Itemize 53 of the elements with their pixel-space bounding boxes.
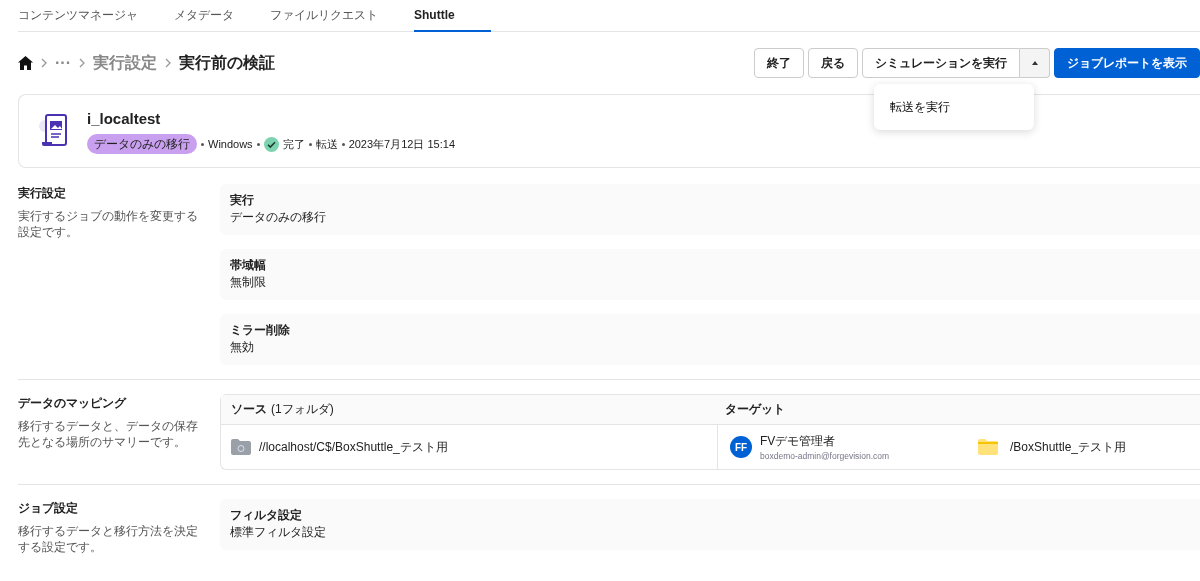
job-tag: データのみの移行 xyxy=(87,134,197,155)
breadcrumb-ellipsis[interactable]: ··· xyxy=(55,51,71,75)
report-button[interactable]: ジョブレポートを表示 xyxy=(1054,48,1200,78)
section-description: 移行するデータと移行方法を決定する設定です。 xyxy=(18,524,199,556)
setting-value: 標準フィルタ設定 xyxy=(230,525,327,541)
user-avatar: FF xyxy=(730,436,752,458)
folder-icon xyxy=(978,439,998,455)
nav-tab[interactable]: ファイルリクエスト xyxy=(252,0,396,32)
section-description: 移行するデータと、データの保存先となる場所のサマリーです。 xyxy=(18,419,199,451)
job-name: i_localtest xyxy=(87,108,162,129)
status-text: 完了 xyxy=(282,137,305,152)
setting-label: 実行 xyxy=(230,192,255,208)
section-description: 実行するジョブの動作を変更する設定です。 xyxy=(18,209,199,241)
network-folder-icon xyxy=(231,439,251,455)
chevron-icon xyxy=(79,58,85,68)
type-text: 転送 xyxy=(315,137,338,152)
setting-label: 帯域幅 xyxy=(230,258,267,273)
setting-value: 無効 xyxy=(230,340,255,356)
chevron-icon xyxy=(41,58,47,68)
separator-dot-icon xyxy=(341,142,345,146)
page-title: 実行前の検証 xyxy=(179,53,275,73)
section-title: 実行設定 xyxy=(18,185,67,202)
action-button[interactable]: 戻る xyxy=(808,48,858,78)
separator-dot-icon xyxy=(308,142,312,146)
simulation-button[interactable]: シミュレーションを実行 xyxy=(862,48,1020,78)
folder-count: (1フォルダ) xyxy=(271,402,334,417)
source-path: //localhost/C$/BoxShuttle_テスト用 xyxy=(259,439,448,456)
date-text: 2023年7月12日 15:14 xyxy=(348,137,456,152)
caret-icon xyxy=(1031,61,1038,65)
breadcrumb-link[interactable]: 実行設定 xyxy=(93,51,157,75)
home-icon[interactable] xyxy=(18,56,33,70)
column-header: ターゲット xyxy=(725,403,785,416)
user-email: boxdemo-admin@forgevision.com xyxy=(760,449,891,463)
menu-item[interactable]: 転送を実行 xyxy=(874,92,1034,122)
section-title: データのマッピング xyxy=(18,395,128,412)
action-button[interactable]: 終了 xyxy=(754,48,804,78)
chevron-icon xyxy=(165,58,171,68)
setting-value: 無制限 xyxy=(230,275,267,291)
setting-label: フィルタ設定 xyxy=(230,507,303,523)
dropdown-toggle-button[interactable] xyxy=(1020,48,1050,78)
setting-value: データのみの移行 xyxy=(230,210,327,226)
column-header: ソース xyxy=(231,403,267,416)
setting-label: ミラー削除 xyxy=(230,323,291,338)
user-name: FVデモ管理者 xyxy=(760,432,837,450)
nav-tab[interactable]: Shuttle xyxy=(414,0,491,32)
section-title: ジョブ設定 xyxy=(18,500,79,517)
nav-tab[interactable]: メタデータ xyxy=(156,0,252,32)
separator-dot-icon xyxy=(256,142,260,146)
check-icon xyxy=(263,136,279,152)
separator-dot-icon xyxy=(201,142,204,146)
os-text: Windows xyxy=(208,137,253,152)
nav-tab[interactable]: コンテンツマネージャ xyxy=(18,0,156,32)
target-path: /BoxShuttle_テスト用 xyxy=(1010,439,1127,456)
